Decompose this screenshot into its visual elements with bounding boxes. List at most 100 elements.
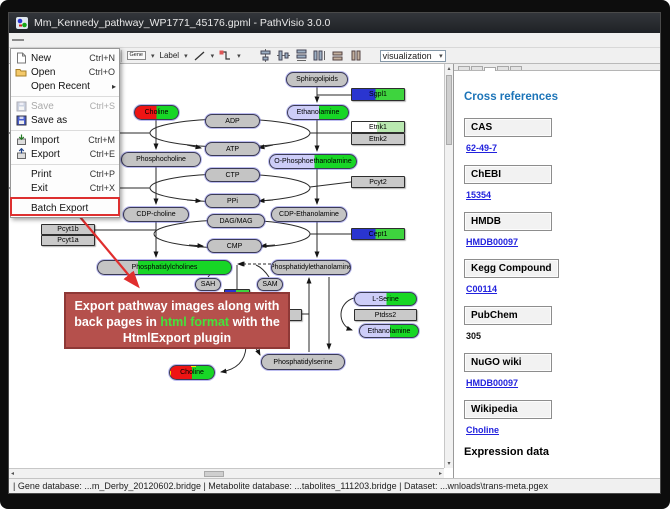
visualization-combobox[interactable]: visualization▾	[380, 50, 446, 62]
node-etnk1[interactable]: Etnk1	[351, 121, 405, 133]
node-ptdss2[interactable]: Ptdss2	[354, 309, 417, 321]
export-icon	[11, 148, 31, 160]
node-choline-top[interactable]: Choline	[134, 105, 179, 120]
database-id-link[interactable]: 62-49-7	[466, 143, 660, 153]
node-pcyt2[interactable]: Pcyt2	[351, 176, 405, 188]
titlebar: Mm_Kennedy_pathway_WP1771_45176.gpml - P…	[9, 13, 660, 33]
database-id-link[interactable]: C00114	[466, 284, 660, 294]
statusbar: | Gene database: ...m_Derby_20120602.bri…	[9, 478, 660, 493]
file-menu-item[interactable]: Open Ctrl+O	[11, 65, 119, 79]
common-height-icon[interactable]	[349, 49, 362, 62]
menubar-item[interactable]	[12, 39, 24, 41]
sidebar-tabs	[454, 64, 660, 71]
align-vertical-center-icon[interactable]	[259, 49, 272, 62]
sidebar-tab[interactable]	[471, 66, 483, 70]
node-sphingolipids[interactable]: Sphingolipids	[286, 72, 348, 87]
database-name: ChEBI	[464, 165, 552, 184]
node-atp[interactable]: ATP	[205, 142, 260, 156]
connector-tool-icon[interactable]	[219, 50, 232, 62]
node-ctp[interactable]: CTP	[205, 168, 260, 182]
database-id-link[interactable]: 305	[466, 331, 660, 341]
node-sam[interactable]: SAM	[257, 278, 283, 291]
database-id-link[interactable]: HMDB00097	[466, 378, 660, 388]
chevron-down-icon: ▾	[439, 52, 443, 60]
file-menu: New Ctrl+N Open Ctrl+O Open Recent Save …	[10, 48, 120, 218]
open-folder-icon	[11, 67, 31, 77]
chevron-down-icon[interactable]: ▾	[237, 52, 241, 60]
node-adp[interactable]: ADP	[205, 114, 260, 128]
chevron-down-icon[interactable]: ▾	[211, 52, 215, 60]
chevron-down-icon[interactable]: ▾	[184, 52, 188, 60]
node-pcyt1b[interactable]: Pcyt1b	[41, 224, 95, 235]
node-o-phosphoethanolamine[interactable]: O-Phosphoethanolamine	[269, 154, 357, 169]
node-cdp-ethanolamine[interactable]: CDP-Ethanolamine	[271, 207, 347, 222]
database-name: Wikipedia	[464, 400, 552, 419]
node-sah[interactable]: SAH	[195, 278, 221, 291]
distribute-vertical-icon[interactable]	[295, 49, 308, 62]
add-gene-button[interactable]: Gene	[127, 51, 146, 61]
node-ethanolamine-top[interactable]: Ethanolamine	[287, 105, 349, 120]
scroll-left-icon[interactable]: ◂	[11, 470, 14, 477]
node-ppi[interactable]: PPi	[205, 194, 260, 208]
screenshot-frame: Mm_Kennedy_pathway_WP1771_45176.gpml - P…	[0, 0, 670, 509]
node-sgpl1[interactable]: Sgpl1	[351, 88, 405, 101]
file-menu-item[interactable]: Save as	[11, 113, 119, 127]
node-l-serine[interactable]: L-Serine	[354, 292, 417, 306]
chevron-down-icon[interactable]: ▾	[151, 52, 155, 60]
node-ethanolamine-bottom[interactable]: Ethanolamine	[359, 324, 419, 338]
annotation-highlight: html format	[160, 315, 229, 329]
sidebar-tab[interactable]	[458, 66, 470, 70]
database-name: Kegg Compound	[464, 259, 559, 278]
node-choline-selected[interactable]: Choline	[169, 365, 215, 380]
new-document-icon	[11, 52, 31, 64]
vertical-scrollbar[interactable]: ▴ ▾	[444, 64, 453, 468]
distribute-horizontal-icon[interactable]	[313, 49, 326, 62]
menubar	[9, 33, 660, 48]
node-pcyt1a[interactable]: Pcyt1a	[41, 235, 95, 246]
node-cdp-choline[interactable]: CDP-choline	[123, 207, 189, 222]
sidebar-tab[interactable]	[497, 66, 509, 70]
node-phosphatidylserine[interactable]: Phosphatidylserine	[261, 354, 345, 370]
add-label-button[interactable]: Label	[160, 51, 180, 60]
node-phosphocholine[interactable]: Phosphocholine	[121, 152, 201, 167]
common-width-icon[interactable]	[331, 49, 344, 62]
file-menu-item[interactable]: Exit Ctrl+X	[11, 181, 119, 195]
cross-reference-section: Wikipedia Choline	[464, 399, 660, 435]
cross-reference-list: CAS 62-49-7 ChEBI 15354 HMDB HMDB00097 K…	[464, 117, 660, 435]
file-menu-item[interactable]: New Ctrl+N	[11, 51, 119, 65]
sidebar-tab[interactable]	[510, 66, 522, 70]
node-phosphatidylethanolamine[interactable]: Phosphatidylethanolamine	[271, 260, 351, 275]
node-phosphatidylcholines[interactable]: Phosphatidylcholines	[97, 260, 232, 275]
file-menu-item[interactable]: Import Ctrl+M	[11, 130, 119, 147]
database-name: HMDB	[464, 212, 552, 231]
horizontal-scrollbar[interactable]: ◂ ▸	[9, 468, 444, 478]
file-menu-item[interactable]: Save Ctrl+S	[11, 96, 119, 113]
node-dag-mag[interactable]: DAG/MAG	[207, 214, 265, 228]
pathvisio-window: Mm_Kennedy_pathway_WP1771_45176.gpml - P…	[8, 12, 661, 494]
backpage-content: Cross references CAS 62-49-7 ChEBI 15354…	[454, 71, 660, 458]
horizontal-scrollbar-thumb[interactable]	[204, 471, 224, 477]
node-cept1[interactable]: Cept1	[351, 228, 405, 240]
import-icon	[11, 134, 31, 146]
file-menu-item[interactable]: Export Ctrl+E	[11, 147, 119, 161]
database-id-link[interactable]: 15354	[466, 190, 660, 200]
node-cmp[interactable]: CMP	[207, 239, 262, 253]
cross-reference-section: ChEBI 15354	[464, 164, 660, 200]
scroll-down-icon[interactable]: ▾	[445, 460, 453, 467]
toolbar-separator	[121, 50, 122, 62]
scroll-right-icon[interactable]: ▸	[439, 470, 442, 477]
database-id-link[interactable]: HMDB00097	[466, 237, 660, 247]
align-horizontal-center-icon[interactable]	[277, 49, 290, 62]
file-menu-item[interactable]: Print Ctrl+P	[11, 164, 119, 181]
database-name: NuGO wiki	[464, 353, 552, 372]
database-id-link[interactable]: Choline	[466, 425, 660, 435]
vertical-scrollbar-thumb[interactable]	[446, 75, 452, 145]
line-tool-icon[interactable]	[193, 50, 206, 62]
sidebar-tab[interactable]	[484, 67, 496, 71]
file-menu-item[interactable]: Batch Export	[11, 198, 119, 215]
save-as-icon	[11, 115, 31, 126]
node-etnk2[interactable]: Etnk2	[351, 133, 405, 145]
scroll-up-icon[interactable]: ▴	[445, 65, 453, 72]
cross-reference-section: Kegg Compound C00114	[464, 258, 660, 294]
file-menu-item[interactable]: Open Recent	[11, 79, 119, 93]
